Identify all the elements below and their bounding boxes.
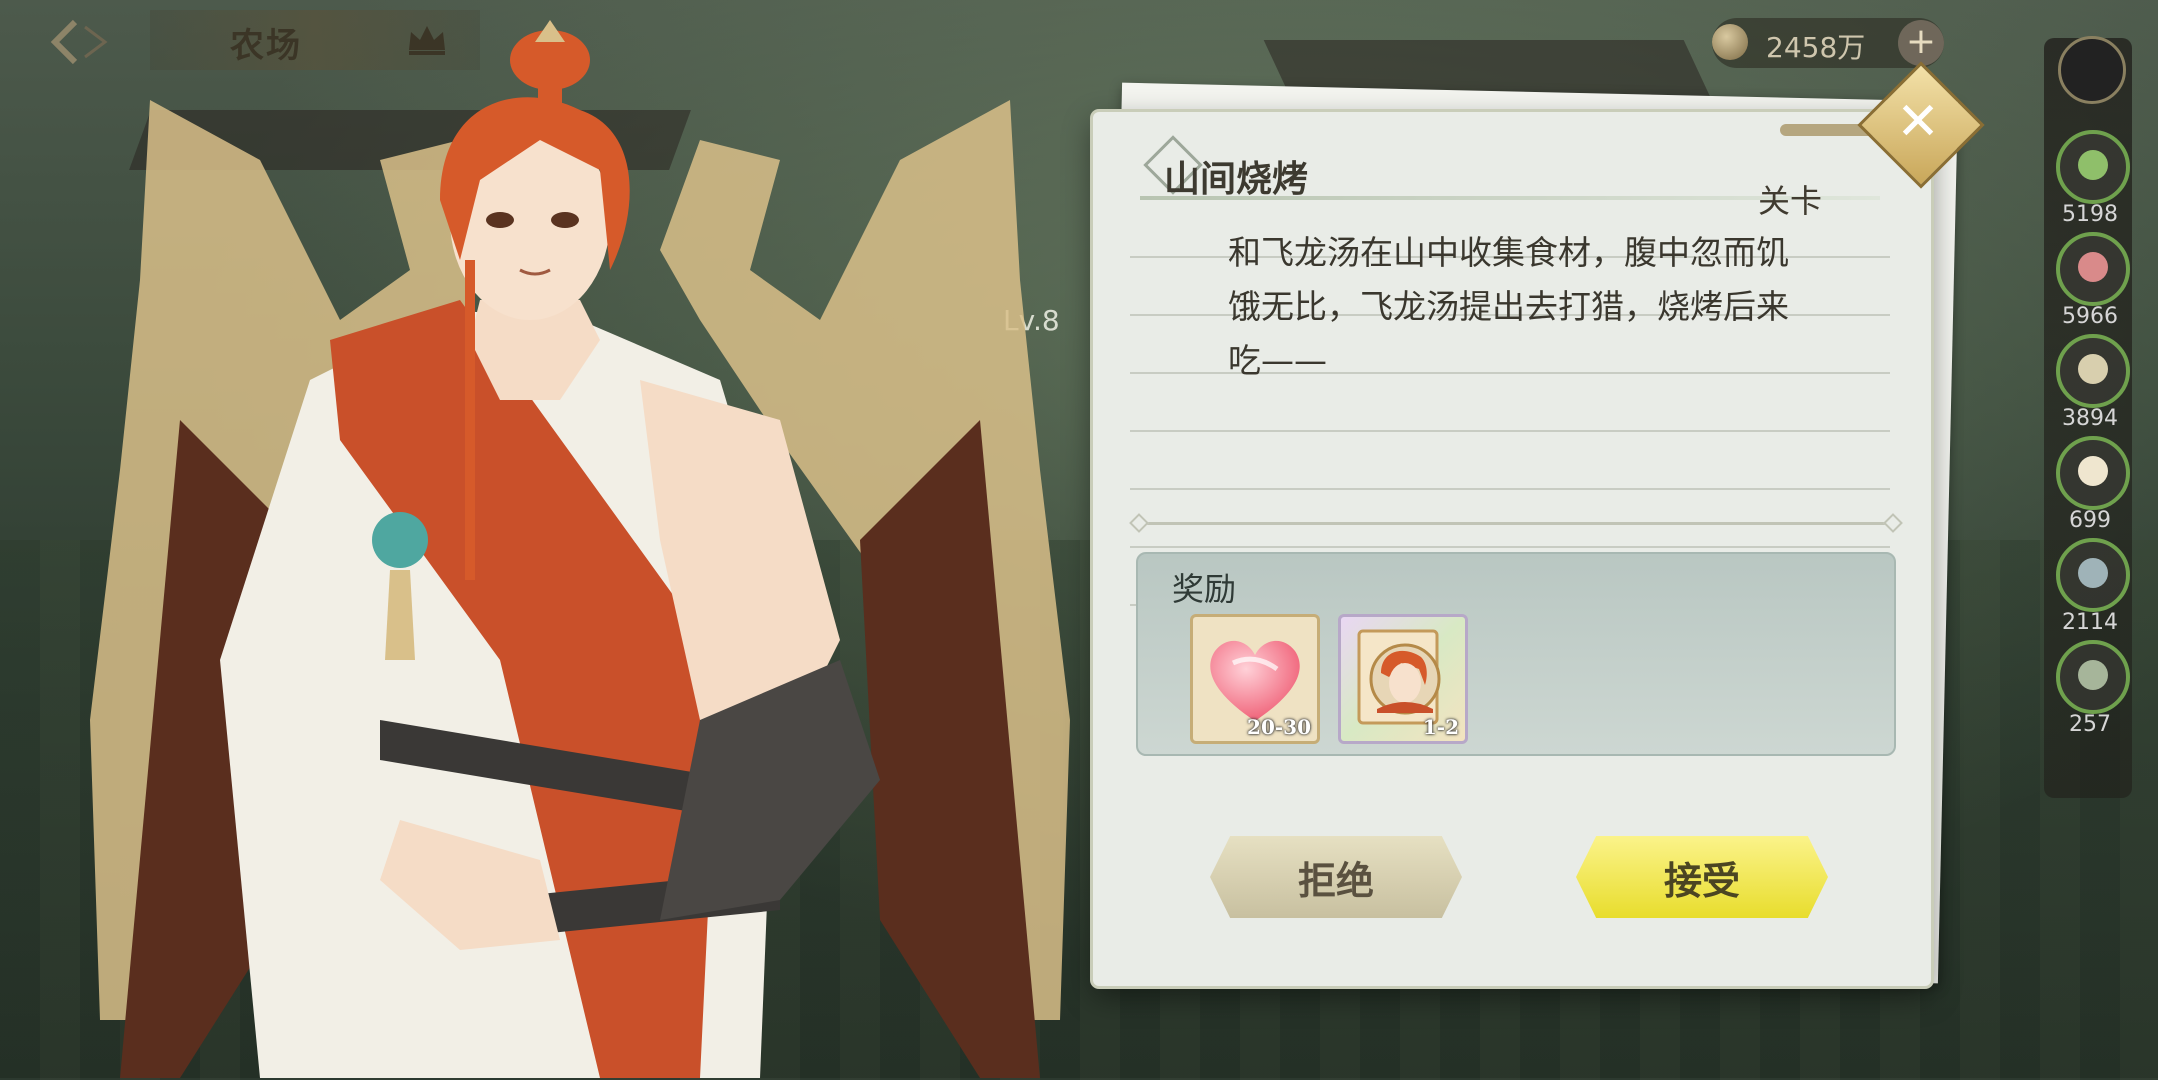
add-currency-button[interactable]: +: [1898, 20, 1944, 66]
resource-count: 699: [2069, 508, 2111, 533]
section-divider: [1136, 522, 1896, 525]
reward-item-character-card[interactable]: 1-2: [1338, 614, 1468, 744]
vegetable-icon: [2056, 130, 2130, 204]
accept-button[interactable]: 接受: [1576, 836, 1828, 918]
resource-count: 3894: [2062, 406, 2118, 431]
close-icon[interactable]: ✕: [1876, 80, 1960, 164]
fish-icon: [2056, 538, 2130, 612]
resource-count: 5966: [2062, 304, 2118, 329]
reward-quantity: 20-30: [1247, 715, 1311, 739]
resource-count: 257: [2069, 712, 2111, 737]
reward-label: 奖励: [1172, 570, 1237, 608]
resource-count: 2114: [2062, 610, 2118, 635]
quest-type-label: 关卡: [1758, 182, 1823, 220]
resource-crab[interactable]: 257: [2052, 640, 2130, 760]
meat-icon: [2056, 232, 2130, 306]
resource-count: 5198: [2062, 202, 2118, 227]
coin-icon: [1712, 24, 1748, 60]
character-portrait: [90, 20, 1070, 1078]
grain-icon: [2056, 334, 2130, 408]
crab-icon: [2056, 640, 2130, 714]
currency-value: 2458万: [1766, 31, 1866, 64]
quest-title: 山间烧烤: [1164, 158, 1309, 200]
egg-icon: [2056, 436, 2130, 510]
reward-quantity: 1-2: [1422, 715, 1459, 739]
reward-item-heart[interactable]: 20-30: [1190, 614, 1320, 744]
decline-button[interactable]: 拒绝: [1210, 836, 1462, 918]
quest-description: 和飞龙汤在山中收集食材，腹中忽而饥饿无比，飞龙汤提出去打猎，烧烤后来吃——: [1228, 233, 1789, 380]
rail-emblem-icon[interactable]: [2058, 36, 2126, 104]
